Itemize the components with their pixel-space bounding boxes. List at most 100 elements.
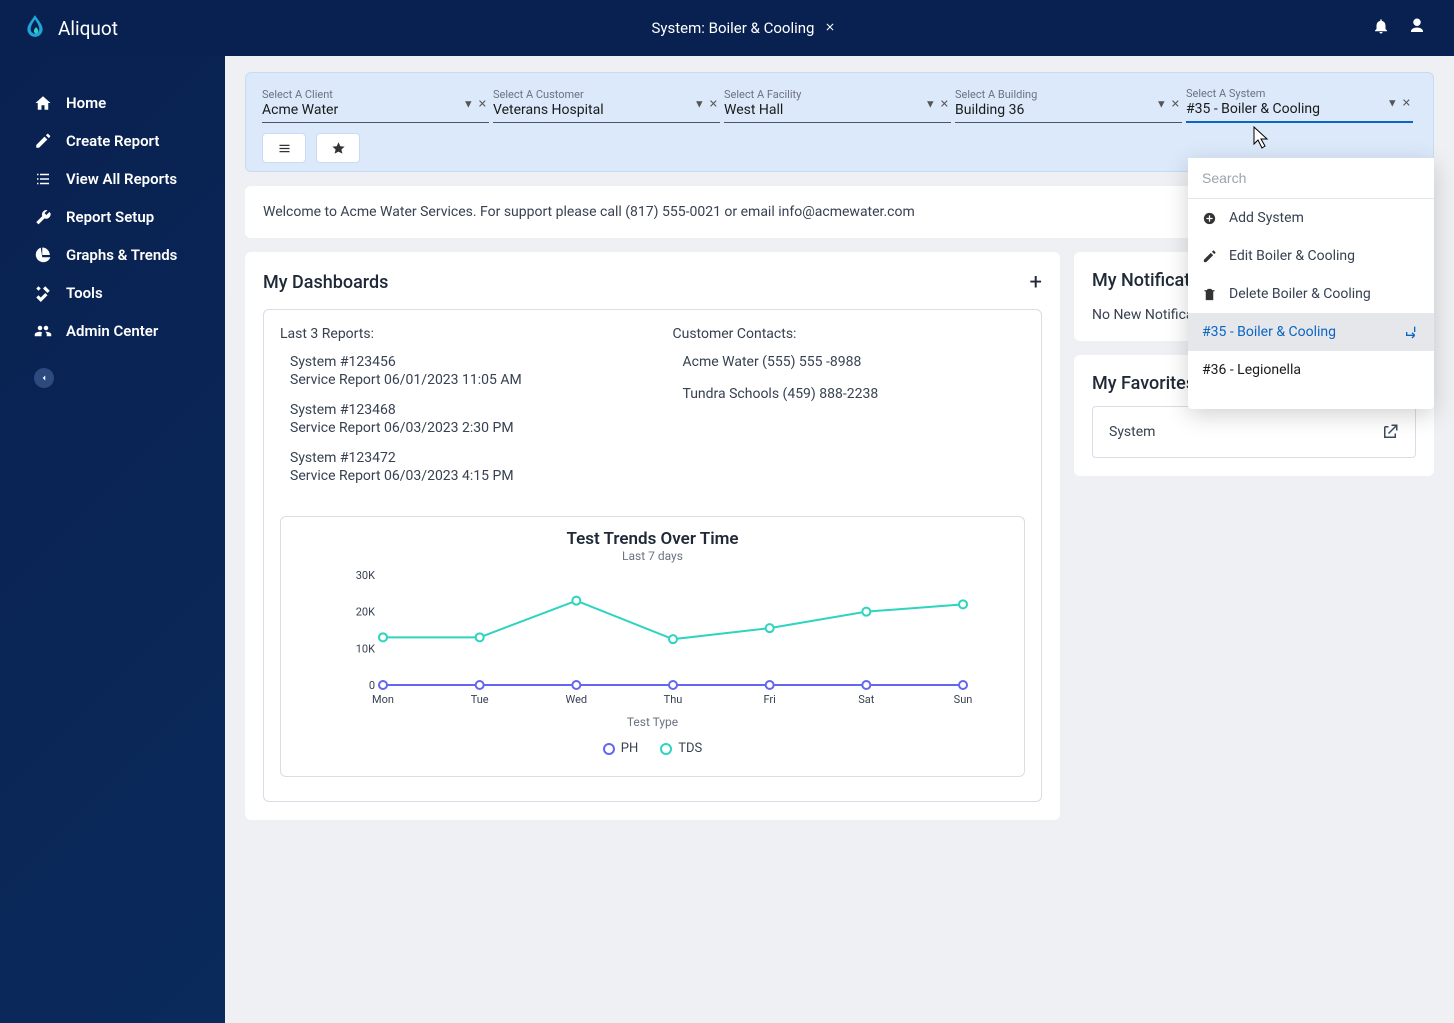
filter-label: Select A Building — [955, 88, 1182, 101]
legend-label: TDS — [678, 741, 702, 756]
filter-select-a-client[interactable]: Select A ClientAcme Water▼ ✕ — [262, 86, 489, 123]
dropdown-option[interactable]: #35 - Boiler & Cooling — [1188, 313, 1434, 351]
filter-select-a-system[interactable]: Select A System#35 - Boiler & Cooling▼✕ — [1186, 85, 1413, 123]
topbar: Aliquot System: Boiler & Cooling — [0, 0, 1454, 56]
data-point — [959, 681, 967, 689]
favorite-item[interactable]: System — [1092, 406, 1416, 458]
chart-plot: 010K20K30KMonTueWedThuFriSatSun — [333, 569, 973, 709]
dashboards-card: My Dashboards + Last 3 Reports: System #… — [245, 252, 1060, 820]
brand[interactable]: Aliquot — [0, 13, 118, 43]
chevron-down-icon[interactable]: ▼ — [463, 98, 474, 111]
home-icon — [34, 94, 52, 112]
dropdown-search-input[interactable] — [1188, 158, 1434, 199]
filter-select-a-facility[interactable]: Select A FacilityWest Hall▼ ✕ — [724, 86, 951, 123]
nav-home[interactable]: Home — [0, 84, 225, 122]
y-tick-label: 0 — [368, 679, 374, 692]
y-tick-label: 10K — [355, 642, 374, 655]
bell-icon[interactable] — [1372, 17, 1390, 39]
favorite-label: System — [1109, 424, 1155, 440]
filter-label: Select A Client — [262, 88, 489, 101]
data-point — [765, 681, 773, 689]
legend-marker — [660, 743, 672, 755]
contact-item: Tundra Schools (459) 888-2238 — [683, 386, 1026, 402]
nav-label: Admin Center — [66, 322, 158, 340]
dropdown-delete-label: Delete Boiler & Cooling — [1229, 286, 1371, 302]
dropdown-option[interactable]: #36 - Legionella — [1188, 351, 1434, 389]
nav-label: Tools — [66, 284, 103, 302]
nav-graphs[interactable]: Graphs & Trends — [0, 236, 225, 274]
legend-title: Test Type — [297, 715, 1008, 729]
filter-select-a-customer[interactable]: Select A CustomerVeterans Hospital▼ ✕ — [493, 86, 720, 123]
dropdown-delete-system[interactable]: Delete Boiler & Cooling — [1188, 275, 1434, 313]
data-point — [669, 635, 677, 643]
chevron-down-icon[interactable]: ▼ — [1387, 97, 1398, 110]
filter-select-a-building[interactable]: Select A BuildingBuilding 36▼ ✕ — [955, 86, 1182, 123]
header-close-button[interactable] — [822, 17, 838, 39]
nav-tools[interactable]: Tools — [0, 274, 225, 312]
filter-value: West Hall — [724, 102, 951, 118]
filter-label: Select A Customer — [493, 88, 720, 101]
report-item[interactable]: System #123456Service Report 06/01/2023 … — [290, 354, 633, 388]
nav-view-reports[interactable]: View All Reports — [0, 160, 225, 198]
nav-create-report[interactable]: Create Report — [0, 122, 225, 160]
dropdown-edit-system[interactable]: Edit Boiler & Cooling — [1188, 237, 1434, 275]
pencil-icon — [34, 132, 52, 150]
report-system: System #123456 — [290, 354, 633, 370]
logo-icon — [22, 13, 48, 43]
list-icon — [34, 170, 52, 188]
legend-item[interactable]: TDS — [660, 741, 702, 756]
system-dropdown: Add System Edit Boiler & Cooling Delete … — [1188, 158, 1434, 409]
x-tick-label: Wed — [565, 693, 587, 706]
x-tick-label: Mon — [372, 693, 394, 706]
nav-label: View All Reports — [66, 170, 177, 188]
data-point — [379, 681, 387, 689]
report-item[interactable]: System #123468Service Report 06/03/2023 … — [290, 402, 633, 436]
report-item[interactable]: System #123472Service Report 06/03/2023 … — [290, 450, 633, 484]
clear-icon[interactable]: ✕ — [478, 98, 487, 111]
plus-circle-icon — [1202, 211, 1217, 226]
filter-bar: Select A ClientAcme Water▼✕Select A Cust… — [245, 72, 1434, 172]
filter-label: Select A System — [1186, 87, 1413, 100]
list-icon — [277, 141, 292, 156]
nav-admin[interactable]: Admin Center — [0, 312, 225, 350]
report-detail: Service Report 06/03/2023 4:15 PM — [290, 468, 633, 484]
contacts-title: Customer Contacts: — [673, 326, 1026, 342]
legend-label: PH — [621, 741, 638, 756]
filter-label: Select A Facility — [724, 88, 951, 101]
chevron-down-icon[interactable]: ▼ — [1156, 98, 1167, 111]
filter-value: Veterans Hospital — [493, 102, 720, 118]
clear-icon[interactable]: ✕ — [709, 98, 718, 111]
welcome-text: Welcome to Acme Water Services. For supp… — [263, 204, 915, 220]
nav-label: Report Setup — [66, 208, 154, 226]
data-point — [959, 600, 967, 608]
chevron-down-icon[interactable]: ▼ — [694, 98, 705, 111]
header-system-label: System: Boiler & Cooling — [651, 19, 814, 37]
report-system: System #123468 — [290, 402, 633, 418]
dropdown-add-system[interactable]: Add System — [1188, 199, 1434, 237]
legend-item[interactable]: PH — [603, 741, 638, 756]
filter-value: Building 36 — [955, 102, 1182, 118]
favorite-button[interactable] — [316, 133, 360, 163]
y-tick-label: 20K — [355, 606, 374, 619]
add-dashboard-button[interactable]: + — [1030, 270, 1042, 295]
chevron-down-icon[interactable]: ▼ — [925, 98, 936, 111]
list-view-button[interactable] — [262, 133, 306, 163]
people-icon — [34, 322, 52, 340]
user-icon[interactable] — [1408, 17, 1426, 39]
wrench-icon — [34, 208, 52, 226]
clear-icon[interactable]: ✕ — [1402, 97, 1411, 110]
filter-value: Acme Water — [262, 102, 489, 118]
sidebar-collapse-button[interactable] — [34, 368, 54, 388]
x-tick-label: Fri — [763, 693, 775, 706]
tools-icon — [34, 284, 52, 302]
nav-label: Graphs & Trends — [66, 246, 177, 264]
last-reports-title: Last 3 Reports: — [280, 326, 633, 342]
clear-icon[interactable]: ✕ — [1171, 98, 1180, 111]
data-point — [669, 681, 677, 689]
nav-report-setup[interactable]: Report Setup — [0, 198, 225, 236]
clear-icon[interactable]: ✕ — [940, 98, 949, 111]
app-name: Aliquot — [58, 17, 118, 40]
star-icon — [331, 141, 346, 156]
nav-label: Home — [66, 94, 106, 112]
series-line — [383, 601, 963, 640]
